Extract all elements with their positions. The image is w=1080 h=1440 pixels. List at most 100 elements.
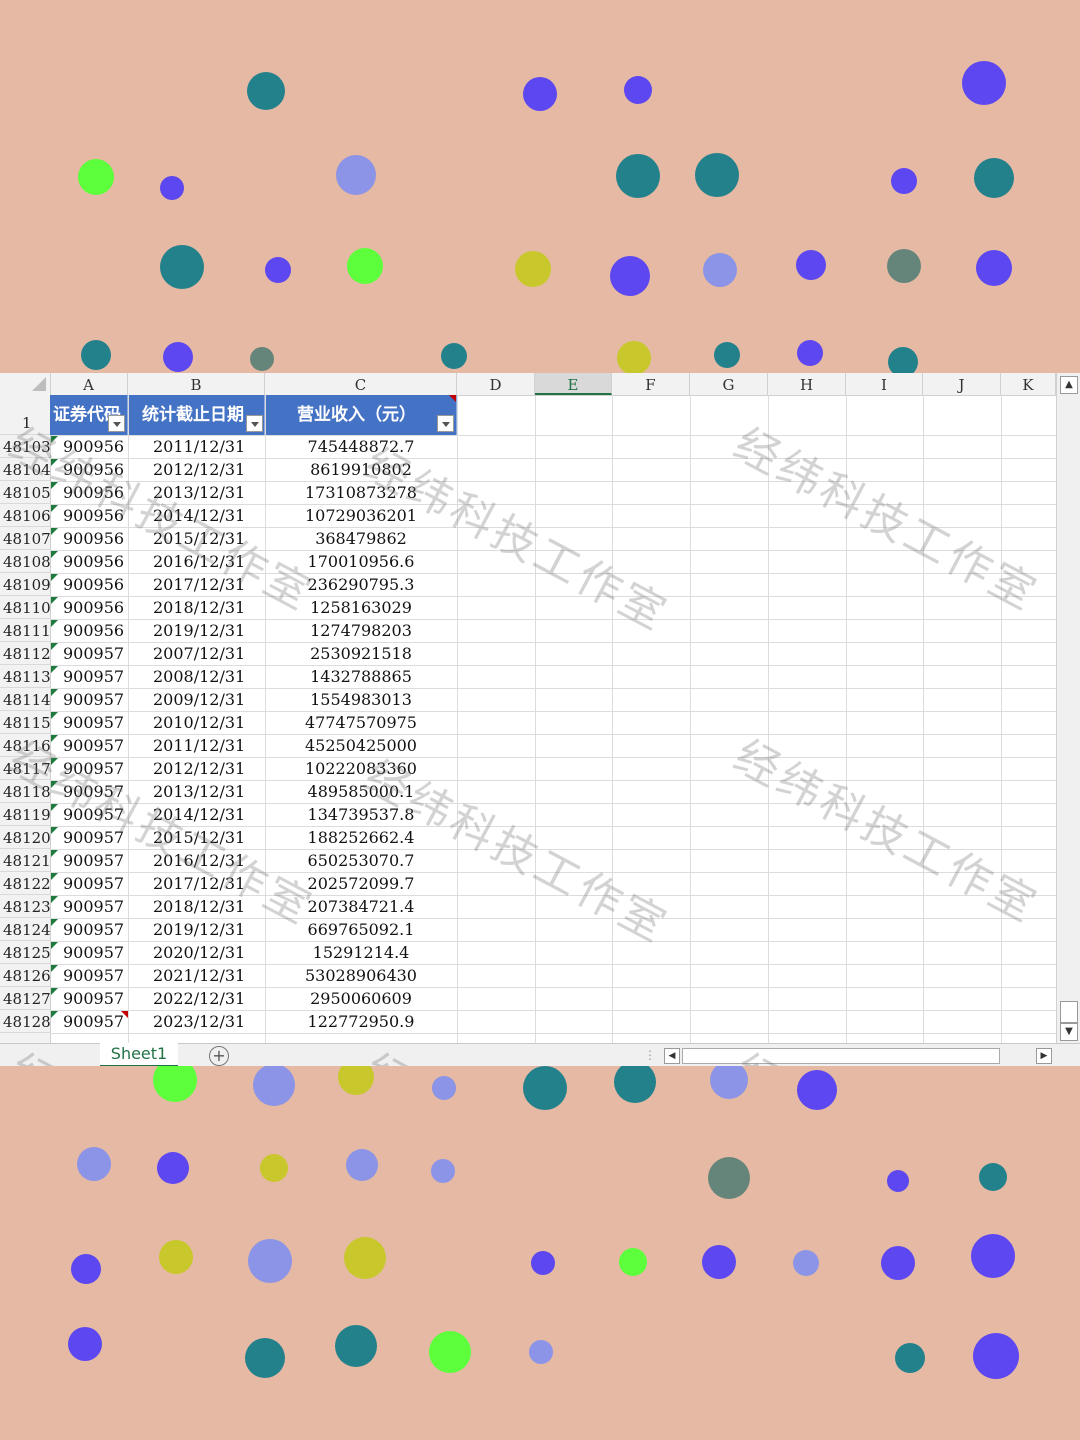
- row-header[interactable]: 48125: [0, 941, 51, 964]
- column-header-e[interactable]: E: [535, 373, 612, 395]
- horizontal-scrollbar[interactable]: ◀ ▶: [664, 1048, 1053, 1064]
- cell-securities-code[interactable]: 900957: [63, 665, 124, 688]
- filter-dropdown-icon[interactable]: [437, 415, 454, 432]
- row-header[interactable]: 1: [0, 395, 50, 435]
- scroll-right-icon[interactable]: ▶: [1036, 1048, 1052, 1064]
- cell-report-date[interactable]: 2016/12/31: [153, 849, 245, 872]
- cell-securities-code[interactable]: 900957: [63, 895, 124, 918]
- row-header[interactable]: 48118: [0, 780, 51, 803]
- row-header[interactable]: 48128: [0, 1010, 51, 1033]
- cell-securities-code[interactable]: 900957: [63, 826, 124, 849]
- column-header-b[interactable]: B: [128, 373, 265, 395]
- vertical-scroll-thumb[interactable]: [1060, 1001, 1078, 1023]
- cell-revenue[interactable]: 47747570975: [265, 711, 457, 734]
- cell-revenue[interactable]: 669765092.1: [265, 918, 457, 941]
- cell-revenue[interactable]: 170010956.6: [265, 550, 457, 573]
- column-header-j[interactable]: J: [923, 373, 1001, 395]
- cell-revenue[interactable]: 122772950.9: [265, 1010, 457, 1033]
- column-header-h[interactable]: H: [768, 373, 846, 395]
- cell-securities-code[interactable]: 900956: [63, 504, 124, 527]
- cell-securities-code[interactable]: 900956: [63, 481, 124, 504]
- row-header[interactable]: 48117: [0, 757, 51, 780]
- cell-revenue[interactable]: 207384721.4: [265, 895, 457, 918]
- cell-revenue[interactable]: 745448872.7: [265, 435, 457, 458]
- cell-report-date[interactable]: 2019/12/31: [153, 619, 245, 642]
- header-cell-revenue[interactable]: 营业收入（元）: [265, 395, 457, 435]
- row-header[interactable]: 48114: [0, 688, 51, 711]
- horizontal-scroll-thumb[interactable]: [682, 1048, 1000, 1064]
- scroll-up-icon[interactable]: ▲: [1060, 376, 1078, 394]
- row-header[interactable]: 48116: [0, 734, 51, 757]
- cell-securities-code[interactable]: 900957: [63, 964, 124, 987]
- cell-report-date[interactable]: 2013/12/31: [153, 780, 245, 803]
- header-cell-securities-code[interactable]: 证券代码: [50, 395, 128, 435]
- cell-report-date[interactable]: 2013/12/31: [153, 481, 245, 504]
- cell-report-date[interactable]: 2017/12/31: [153, 872, 245, 895]
- cell-securities-code[interactable]: 900957: [63, 987, 124, 1010]
- cell-securities-code[interactable]: 900956: [63, 435, 124, 458]
- cell-securities-code[interactable]: 900956: [63, 527, 124, 550]
- column-header-d[interactable]: D: [457, 373, 535, 395]
- cell-revenue[interactable]: 45250425000: [265, 734, 457, 757]
- row-header[interactable]: 48113: [0, 665, 51, 688]
- cell-revenue[interactable]: 134739537.8: [265, 803, 457, 826]
- filter-dropdown-icon[interactable]: [108, 415, 125, 432]
- cell-revenue[interactable]: 1258163029: [265, 596, 457, 619]
- cell-revenue[interactable]: 2950060609: [265, 987, 457, 1010]
- cell-report-date[interactable]: 2022/12/31: [153, 987, 245, 1010]
- tab-split-handle[interactable]: ⋮: [644, 1048, 656, 1062]
- row-header[interactable]: 48119: [0, 803, 51, 826]
- cell-securities-code[interactable]: 900956: [63, 550, 124, 573]
- row-header[interactable]: 48122: [0, 872, 51, 895]
- row-header[interactable]: 48109: [0, 573, 51, 596]
- column-header-k[interactable]: K: [1001, 373, 1056, 395]
- cell-report-date[interactable]: 2011/12/31: [153, 734, 245, 757]
- row-header[interactable]: 48105: [0, 481, 51, 504]
- cell-revenue[interactable]: 2530921518: [265, 642, 457, 665]
- cell-revenue[interactable]: 1554983013: [265, 688, 457, 711]
- row-header[interactable]: 48108: [0, 550, 51, 573]
- cell-report-date[interactable]: 2012/12/31: [153, 757, 245, 780]
- cell-report-date[interactable]: 2023/12/31: [153, 1010, 245, 1033]
- cell-revenue[interactable]: 188252662.4: [265, 826, 457, 849]
- cell-securities-code[interactable]: 900956: [63, 573, 124, 596]
- column-header-f[interactable]: F: [612, 373, 690, 395]
- column-header-g[interactable]: G: [690, 373, 768, 395]
- row-header[interactable]: 48121: [0, 849, 51, 872]
- cell-securities-code[interactable]: 900957: [63, 803, 124, 826]
- cell-securities-code[interactable]: 900957: [63, 941, 124, 964]
- cell-report-date[interactable]: 2009/12/31: [153, 688, 245, 711]
- cell-report-date[interactable]: 2008/12/31: [153, 665, 245, 688]
- cell-securities-code[interactable]: 900957: [63, 688, 124, 711]
- row-header[interactable]: 48106: [0, 504, 51, 527]
- cell-revenue[interactable]: 10222083360: [265, 757, 457, 780]
- scroll-left-icon[interactable]: ◀: [664, 1048, 680, 1064]
- cell-report-date[interactable]: 2018/12/31: [153, 895, 245, 918]
- cell-report-date[interactable]: 2015/12/31: [153, 826, 245, 849]
- vertical-scrollbar[interactable]: ▲ ▼: [1056, 373, 1080, 1043]
- cell-securities-code[interactable]: 900956: [63, 596, 124, 619]
- cell-revenue[interactable]: 53028906430: [265, 964, 457, 987]
- cell-revenue[interactable]: 368479862: [265, 527, 457, 550]
- row-header[interactable]: 48104: [0, 458, 51, 481]
- cell-revenue[interactable]: 15291214.4: [265, 941, 457, 964]
- cell-revenue[interactable]: 10729036201: [265, 504, 457, 527]
- cell-securities-code[interactable]: 900956: [63, 619, 124, 642]
- cell-report-date[interactable]: 2017/12/31: [153, 573, 245, 596]
- cell-revenue[interactable]: 236290795.3: [265, 573, 457, 596]
- cell-securities-code[interactable]: 900957: [63, 872, 124, 895]
- cell-report-date[interactable]: 2020/12/31: [153, 941, 245, 964]
- cell-report-date[interactable]: 2015/12/31: [153, 527, 245, 550]
- cell-report-date[interactable]: 2011/12/31: [153, 435, 245, 458]
- cell-report-date[interactable]: 2007/12/31: [153, 642, 245, 665]
- cell-securities-code[interactable]: 900957: [63, 757, 124, 780]
- cell-revenue[interactable]: 1432788865: [265, 665, 457, 688]
- row-header[interactable]: 48103: [0, 435, 51, 458]
- row-header[interactable]: 48123: [0, 895, 51, 918]
- select-all-corner[interactable]: [0, 373, 51, 395]
- cell-securities-code[interactable]: 900956: [63, 458, 124, 481]
- cell-securities-code[interactable]: 900957: [63, 780, 124, 803]
- column-header-a[interactable]: A: [50, 373, 128, 395]
- cell-revenue[interactable]: 650253070.7: [265, 849, 457, 872]
- cell-report-date[interactable]: 2014/12/31: [153, 803, 245, 826]
